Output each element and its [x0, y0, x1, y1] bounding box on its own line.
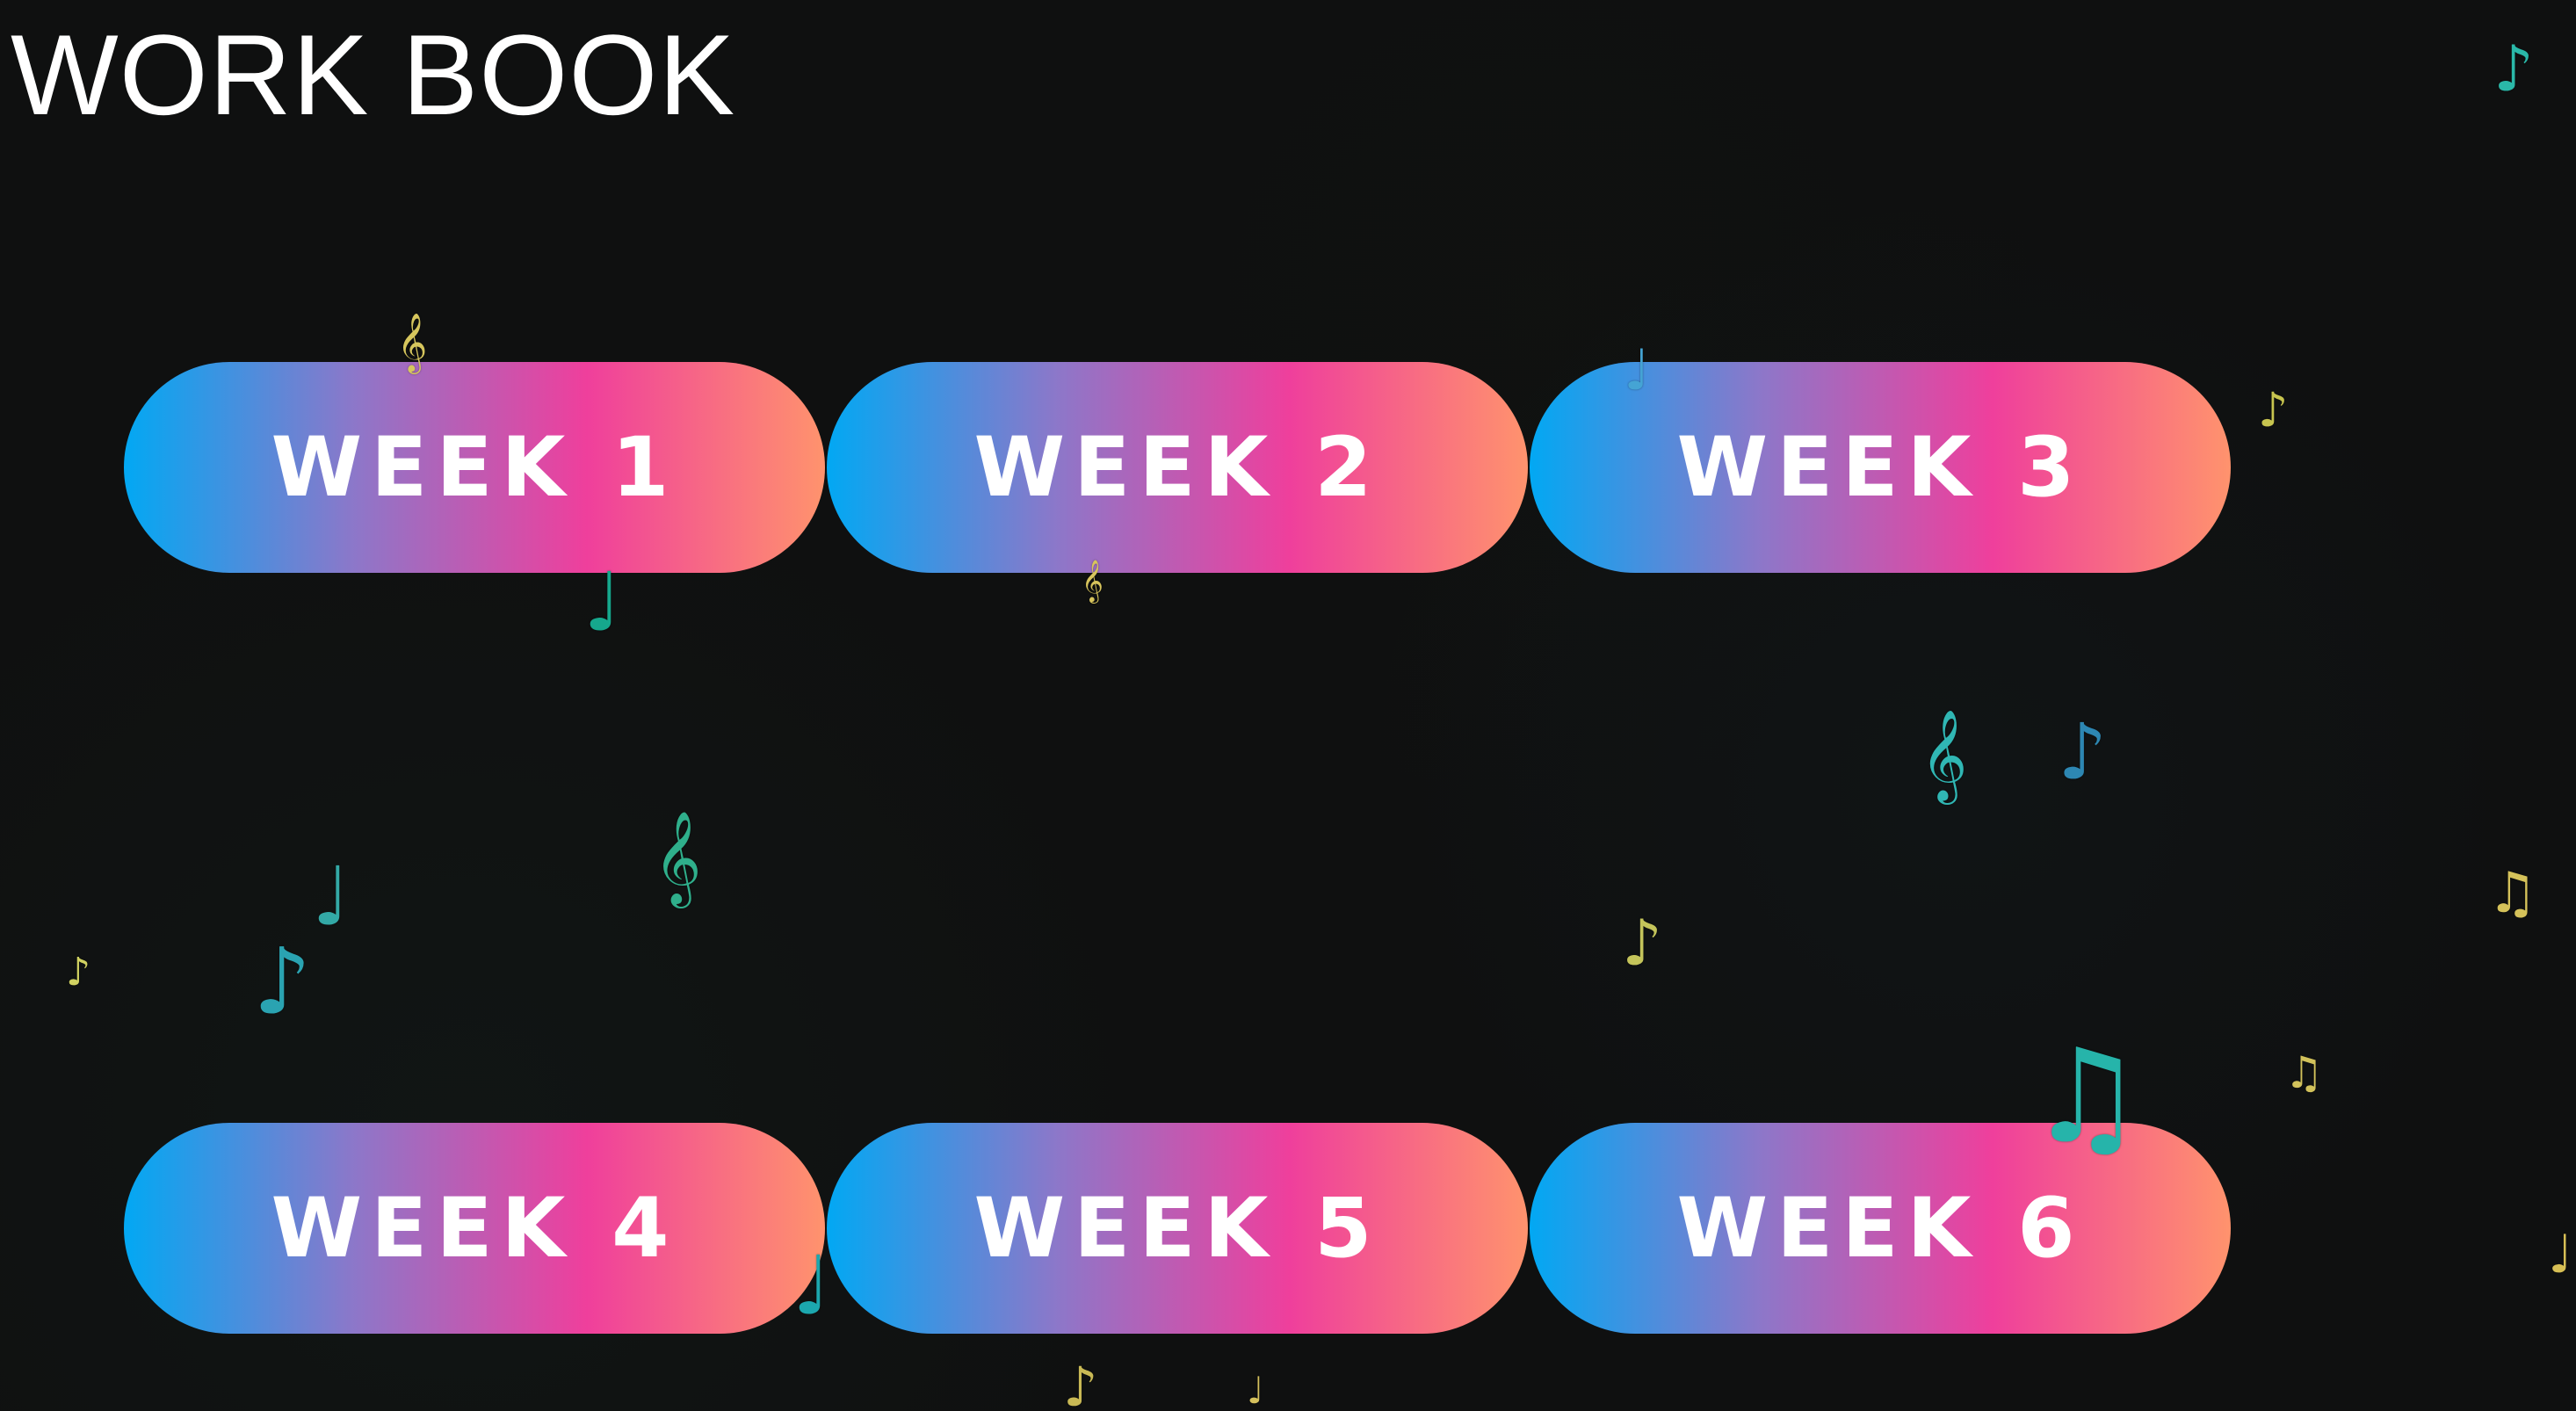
music-note-icon: ♪ — [1622, 906, 1662, 980]
music-note-icon: ♩ — [583, 555, 622, 649]
week-5-label: WEEK 5 — [973, 1180, 1381, 1277]
music-note-icon: ♪ — [66, 950, 91, 995]
week-2-button[interactable]: WEEK 2 — [827, 362, 1528, 573]
treble-clef-icon: 𝄞 — [1921, 709, 1968, 801]
music-note-icon: ♩ — [792, 1239, 831, 1333]
beamed-notes-icon: ♫ — [2487, 861, 2538, 926]
week-5-button[interactable]: WEEK 5 — [827, 1123, 1528, 1334]
music-note-icon: ♪ — [1063, 1355, 1098, 1411]
music-note-icon: ♪ — [2258, 382, 2289, 438]
treble-clef-icon: 𝄞 — [397, 312, 428, 372]
page-background: WORK BOOK WEEK 1 WEEK 2 WEEK 3 WEEK 4 WE… — [0, 0, 2576, 1411]
week-6-label: WEEK 6 — [1676, 1180, 2084, 1277]
beamed-notes-icon: ♫ — [2284, 1047, 2324, 1098]
music-note-icon: ♪ — [2493, 32, 2534, 105]
week-4-button[interactable]: WEEK 4 — [124, 1123, 825, 1334]
music-note-icon: ♩ — [1624, 338, 1651, 403]
treble-clef-icon: 𝄞 — [1082, 559, 1103, 602]
week-4-label: WEEK 4 — [271, 1180, 678, 1277]
beamed-notes-icon: ♫ — [2028, 1021, 2145, 1172]
week-2-label: WEEK 2 — [973, 419, 1381, 516]
music-note-icon: ♪ — [253, 928, 312, 1035]
week-button-grid: WEEK 1 WEEK 2 WEEK 3 WEEK 4 WEEK 5 WEEK … — [0, 0, 2576, 1411]
treble-clef-icon: 𝄞 — [654, 810, 702, 904]
music-note-icon: ♪ — [2058, 706, 2108, 797]
week-1-button[interactable]: WEEK 1 — [124, 362, 825, 573]
music-note-icon: ♩ — [1247, 1369, 1264, 1411]
week-3-label: WEEK 3 — [1676, 419, 2084, 516]
week-1-label: WEEK 1 — [271, 419, 678, 516]
music-note-icon: ♩ — [2548, 1224, 2573, 1285]
music-note-icon: ♩ — [312, 850, 351, 944]
